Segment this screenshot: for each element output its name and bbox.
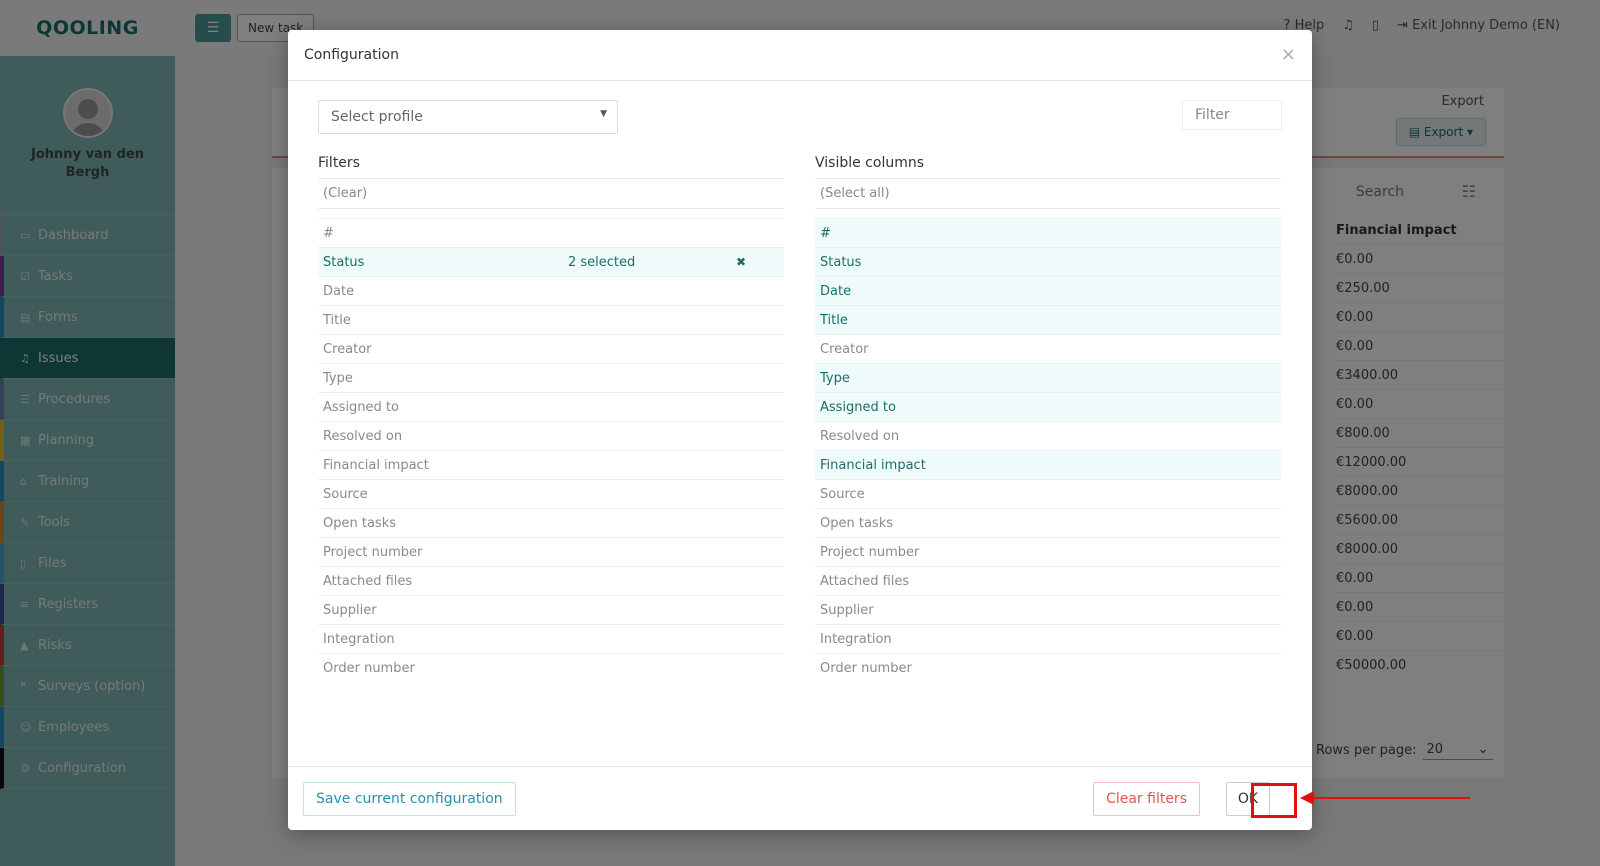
modal-title: Configuration [304, 47, 399, 63]
column-row[interactable]: Resolved on [815, 421, 1281, 450]
column-row[interactable]: Financial impact [815, 450, 1281, 479]
filter-label: Status [323, 254, 365, 270]
filter-row[interactable]: Title [318, 305, 784, 334]
column-label: # [820, 225, 831, 241]
column-label: Status [820, 254, 862, 270]
filter-label: Source [323, 486, 368, 502]
column-label: Integration [820, 631, 892, 647]
filter-label: Title [323, 312, 351, 328]
column-label: Supplier [820, 602, 874, 618]
filter-row[interactable]: Supplier [318, 595, 784, 624]
column-label: Resolved on [820, 428, 900, 444]
visible-columns-title: Visible columns [815, 155, 925, 171]
filter-label: Resolved on [323, 428, 403, 444]
filters-column: Filters (Clear) # Status 2 selected ✖ Date Ti… [318, 148, 784, 682]
filter-row[interactable]: Assigned to [318, 392, 784, 421]
filter-label: # [323, 225, 334, 241]
column-row[interactable]: # [815, 218, 1281, 247]
column-label: Title [820, 312, 848, 328]
column-label: Type [820, 370, 850, 386]
filter-count: 2 selected [568, 254, 636, 270]
filter-row[interactable]: Source [318, 479, 784, 508]
column-row[interactable]: Attached files [815, 566, 1281, 595]
column-label: Attached files [820, 573, 910, 589]
visible-columns-column: Visible columns (Select all) # Status Date… [815, 148, 1281, 682]
pointer-arrow [1300, 791, 1470, 805]
filter-row[interactable]: Attached files [318, 566, 784, 595]
select-all-link[interactable]: (Select all) [815, 178, 1281, 208]
filter-label: Integration [323, 631, 395, 647]
filter-list: # Status 2 selected ✖ Date Title Creator Type As… [318, 218, 784, 682]
filter-row[interactable]: Integration [318, 624, 784, 653]
filter-label: Type [323, 370, 353, 386]
filter-label: Supplier [323, 602, 377, 618]
profile-select-placeholder: Select profile [331, 109, 423, 125]
filter-label: Financial impact [323, 457, 429, 473]
filter-label: Attached files [323, 573, 413, 589]
modal-footer: Save current configuration Clear filters… [288, 766, 1312, 830]
arrow-line [1312, 797, 1470, 799]
column-label: Source [820, 486, 865, 502]
column-label: Date [820, 283, 852, 299]
column-row[interactable]: Creator [815, 334, 1281, 363]
column-label: Open tasks [820, 515, 893, 531]
filter-label: Project number [323, 544, 423, 560]
spacer [318, 208, 784, 218]
column-row[interactable]: Title [815, 305, 1281, 334]
column-label: Project number [820, 544, 920, 560]
clear-filters-button[interactable]: Clear filters [1093, 782, 1200, 816]
column-row[interactable]: Integration [815, 624, 1281, 653]
filter-label: Order number [323, 660, 415, 676]
column-list: # Status Date Title Creator Type Assigned to Re… [815, 218, 1281, 682]
column-row[interactable]: Date [815, 276, 1281, 305]
column-row[interactable]: Open tasks [815, 508, 1281, 537]
column-row[interactable]: Supplier [815, 595, 1281, 624]
modal-header: Configuration × [288, 30, 1312, 81]
filter-row[interactable]: Creator [318, 334, 784, 363]
column-label: Assigned to [820, 399, 896, 415]
column-row[interactable]: Source [815, 479, 1281, 508]
arrow-head [1300, 791, 1314, 805]
filter-input[interactable]: Filter [1182, 100, 1282, 130]
column-label: Creator [820, 341, 869, 357]
profile-select[interactable]: Select profile ▼ [318, 100, 618, 134]
close-icon[interactable]: × [1281, 44, 1296, 65]
configuration-modal: Configuration × Select profile ▼ Filter … [288, 30, 1312, 830]
filter-row[interactable]: Order number [318, 653, 784, 682]
filter-label: Date [323, 283, 355, 299]
filter-row[interactable]: Project number [318, 537, 784, 566]
filter-row[interactable]: Date [318, 276, 784, 305]
caret-down-icon: ▼ [600, 109, 607, 119]
column-row[interactable]: Project number [815, 537, 1281, 566]
filter-row[interactable]: Open tasks [318, 508, 784, 537]
filter-row[interactable]: # [318, 218, 784, 247]
column-row[interactable]: Status [815, 247, 1281, 276]
remove-filter-icon[interactable]: ✖ [736, 255, 746, 269]
column-row[interactable]: Assigned to [815, 392, 1281, 421]
filters-title: Filters [318, 155, 360, 171]
column-row[interactable]: Order number [815, 653, 1281, 682]
column-label: Order number [820, 660, 912, 676]
filter-row[interactable]: Resolved on [318, 421, 784, 450]
filter-row[interactable]: Type [318, 363, 784, 392]
spacer [815, 208, 1281, 218]
clear-filters-link[interactable]: (Clear) [318, 178, 784, 208]
filter-label: Open tasks [323, 515, 396, 531]
ok-button-highlight [1251, 783, 1297, 818]
filter-label: Assigned to [323, 399, 399, 415]
filter-row[interactable]: Financial impact [318, 450, 784, 479]
column-label: Financial impact [820, 457, 926, 473]
save-configuration-button[interactable]: Save current configuration [303, 782, 516, 816]
filter-label: Creator [323, 341, 372, 357]
filter-row[interactable]: Status 2 selected ✖ [318, 247, 784, 276]
column-row[interactable]: Type [815, 363, 1281, 392]
